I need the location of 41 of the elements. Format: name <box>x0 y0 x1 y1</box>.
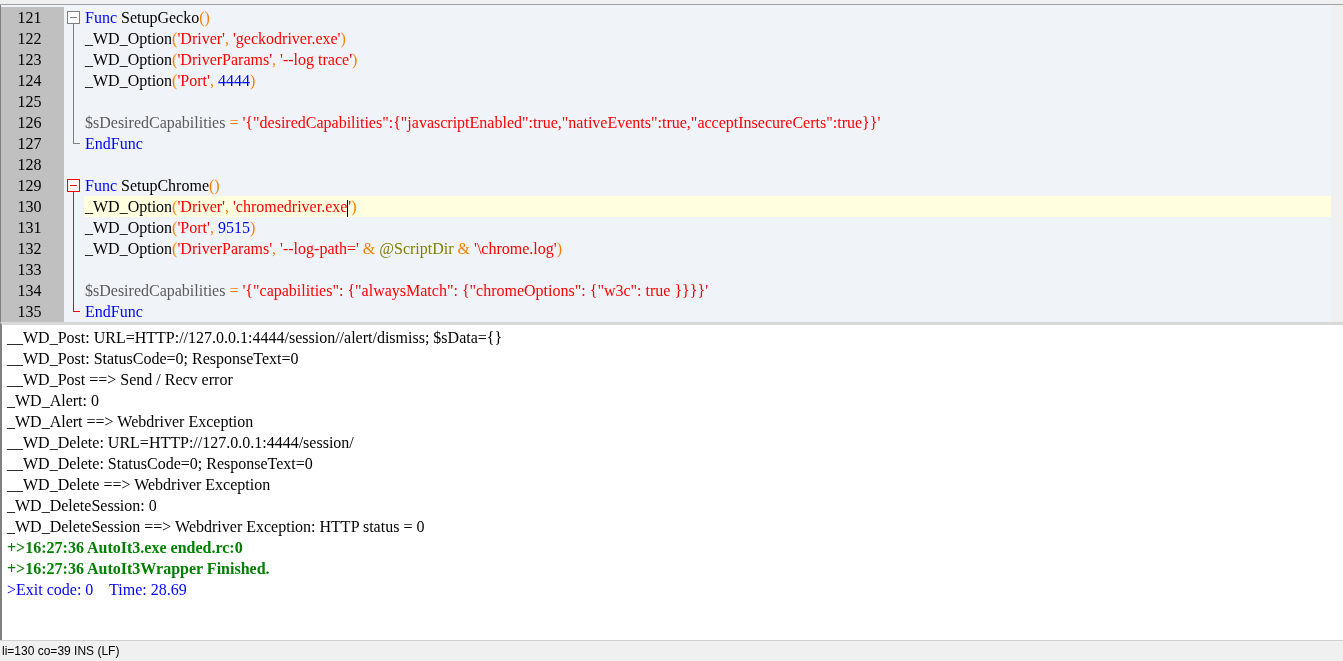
console-line: _WD_Alert: 0 <box>7 391 100 411</box>
code-line: _WD_Option('DriverParams', '--log trace') <box>84 50 358 70</box>
console-line: _WD_DeleteSession: 0 <box>7 496 158 516</box>
code-line: _WD_Option('Driver', 'chromedriver.exe') <box>84 197 357 217</box>
code-line: _WD_Option('Driver', 'geckodriver.exe') <box>84 29 346 49</box>
line-number: 127 <box>1 133 64 154</box>
line-number: 126 <box>1 112 64 133</box>
line-number: 135 <box>1 301 64 322</box>
console-line: +>16:27:36 AutoIt3.exe ended.rc:0 <box>7 538 244 558</box>
line-number: 124 <box>1 70 64 91</box>
console-line: _WD_Alert ==> Webdriver Exception <box>7 412 255 432</box>
line-number: 134 <box>1 280 64 301</box>
code-line: Func SetupChrome() <box>84 176 220 196</box>
console-line: __WD_Delete: StatusCode=0; ResponseText=0 <box>7 454 314 474</box>
console-line: __WD_Post ==> Send / Recv error <box>7 370 234 390</box>
console-line: _WD_DeleteSession ==> Webdriver Exception: HTTP status = 0 <box>7 517 426 537</box>
console-line: __WD_Post: StatusCode=0; ResponseText=0 <box>7 349 300 369</box>
console-line: +>16:27:36 AutoIt3Wrapper Finished. <box>7 559 271 579</box>
line-number: 122 <box>1 28 64 49</box>
code-line: EndFunc <box>84 302 143 322</box>
code-line: _WD_Option('Port', 9515) <box>84 218 256 238</box>
line-number: 130 <box>1 196 64 217</box>
line-number: 121 <box>1 7 64 28</box>
line-number: 132 <box>1 238 64 259</box>
console-line: >Exit code: 0 Time: 28.69 <box>7 580 188 600</box>
line-number: 128 <box>1 154 64 175</box>
console-line: __WD_Delete ==> Webdriver Exception <box>7 475 272 495</box>
code-line: $sDesiredCapabilities = '{"desiredCapabilities":{"javascriptEnabled":true,"nativeEvents":true,"acceptInsecureCerts":true}}' <box>84 113 881 133</box>
line-number: 123 <box>1 49 64 70</box>
code-line: EndFunc <box>84 134 143 154</box>
code-line: $sDesiredCapabilities = '{"capabilities": {"alwaysMatch": {"chromeOptions": {"w3c": true }}}}' <box>84 281 709 301</box>
line-number: 129 <box>1 175 64 196</box>
console-line: __WD_Post: URL=HTTP://127.0.0.1:4444/session//alert/dismiss; $sData={} <box>7 328 504 348</box>
cursor-position: li=130 co=39 INS (LF) <box>2 644 120 658</box>
code-line: _WD_Option('DriverParams', '--log-path=' & @ScriptDir & '\chrome.log') <box>84 239 562 259</box>
code-line: Func SetupGecko() <box>84 8 210 28</box>
console-line: __WD_Delete: URL=HTTP://127.0.0.1:4444/session/ <box>7 433 355 453</box>
code-line: _WD_Option('Port', 4444) <box>84 71 256 91</box>
line-number: 133 <box>1 259 64 280</box>
line-number: 125 <box>1 91 64 112</box>
line-number: 131 <box>1 217 64 238</box>
